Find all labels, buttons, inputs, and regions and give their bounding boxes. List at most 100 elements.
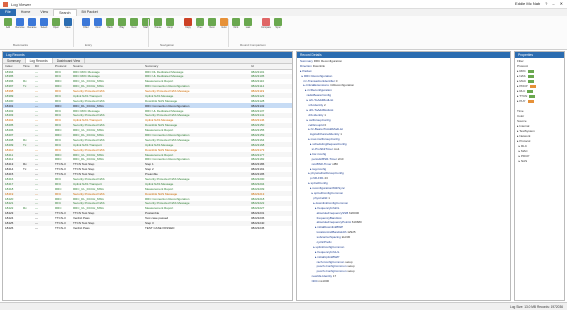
- ribbon-button-label: First: [233, 26, 239, 29]
- help-icon[interactable]: ?: [545, 1, 547, 6]
- play-icon: [118, 18, 126, 26]
- property-label: ▸ RLC: [517, 89, 526, 93]
- property-label: ▸ NAS: [517, 159, 528, 163]
- ribbon-toolbar: Add Remove Rename Select Open Save Filter Find B…: [0, 16, 567, 50]
- property-label: Time: [517, 109, 524, 113]
- next2-icon: [208, 18, 216, 26]
- tree-node-key: rrc-TransactionIdentifier: [300, 78, 335, 83]
- ribbon-button-9[interactable]: Play: [117, 18, 127, 38]
- tree-node-key: ▸ rrcReconfiguration: [300, 88, 332, 93]
- tree-node-key: t304: [300, 279, 318, 284]
- property-label: Source: [517, 119, 527, 123]
- property-label: ▸ NAS: [517, 74, 526, 78]
- window-title: Log Viewer: [11, 2, 31, 7]
- tree-node-value: 2: [324, 103, 326, 108]
- ribbon-button-label: Save: [65, 26, 71, 29]
- ribbon-separator: [228, 19, 229, 47]
- ribbon-separator: [148, 19, 149, 47]
- tree-node-key: Direction: [300, 63, 312, 68]
- ribbon-button-21[interactable]: Sync: [273, 18, 283, 38]
- ribbon-button-0[interactable]: Add: [3, 18, 13, 38]
- ribbon-button-11[interactable]: Mark: [141, 18, 151, 38]
- tree-node-key: retxBSR-Timer: [300, 161, 332, 166]
- tree-node-key: srb-Identity: [300, 103, 324, 108]
- tree-node-key: ▸ mac-CellGroupConfig: [300, 137, 340, 142]
- ribbon-button-13[interactable]: Jump: [165, 18, 175, 38]
- tree-node-key: absoluteFrequencySSB: [300, 210, 349, 215]
- menu-tab-search[interactable]: Search: [53, 9, 77, 16]
- ribbon-group-label: Navigation: [160, 43, 175, 47]
- menu-tab-view[interactable]: View: [35, 9, 53, 16]
- tab-summary[interactable]: Summary: [3, 58, 26, 63]
- add-icon: [4, 18, 12, 26]
- color-chip: [529, 94, 536, 98]
- rename-icon: [28, 18, 36, 26]
- log-table: Index Time Dir Protocol Source Summary Id 1839…: [3, 64, 292, 230]
- remove-icon: [16, 18, 24, 26]
- status-text: Log Size: 13.0 MB Records: 1972036: [510, 305, 563, 309]
- tab-dashboard-view[interactable]: Dashboard View: [53, 58, 86, 63]
- tree-node[interactable]: t304 ms1000: [300, 279, 507, 284]
- tree-node-key: drb-Identity: [300, 112, 324, 117]
- close-button[interactable]: ✕: [560, 1, 563, 6]
- ribbon-button-15[interactable]: Prev: [195, 18, 205, 38]
- ribbon-button-7[interactable]: Find: [93, 18, 103, 38]
- ribbon-button-1[interactable]: Remove: [15, 18, 25, 38]
- tree-node-value: ms1: [333, 147, 340, 152]
- tree-node-key: ▸ spCellConfig: [300, 181, 328, 186]
- minimize-button[interactable]: –: [552, 1, 554, 6]
- ribbon-button-label: Play: [119, 26, 125, 29]
- next-icon: [130, 18, 138, 26]
- ribbon-button-16[interactable]: Next: [207, 18, 217, 38]
- ribbon-button-5[interactable]: Save: [63, 18, 73, 38]
- ribbon-button-19[interactable]: Last: [243, 18, 253, 38]
- ribbon-button-10[interactable]: Next: [129, 18, 139, 38]
- property-label: ▸ MAC: [517, 149, 528, 153]
- tab-log-records[interactable]: Log Records: [25, 58, 53, 63]
- tree-node-key: ▸ srb-ToAddModList: [300, 98, 334, 103]
- ribbon-button-label: Copy: [185, 26, 191, 29]
- menu-tab-file[interactable]: File: [0, 9, 16, 16]
- tree-node-key: rach-ConfigCommon: [300, 259, 345, 264]
- tree-node-key: ▸ downlinkConfigCommon: [300, 200, 349, 205]
- menu-tab-home[interactable]: Home: [16, 9, 36, 16]
- tree-node-key: pucch-ConfigCommon: [300, 269, 347, 274]
- ribbon-button-8[interactable]: Back: [105, 18, 115, 38]
- ribbon-button-label: Rename: [27, 26, 37, 29]
- ribbon-button-14[interactable]: Copy: [183, 18, 193, 38]
- color-chip: [529, 84, 536, 88]
- ribbon-button-20[interactable]: Compare: [261, 18, 271, 38]
- ribbon-button-4[interactable]: Open: [51, 18, 61, 38]
- tree-node-key: ▸ physicalCellGroupConfig: [300, 171, 344, 176]
- tree-node-key: ▸ spCellConfigCommon: [300, 191, 344, 196]
- tree-node-value: setup: [347, 269, 355, 274]
- ribbon-button-3[interactable]: Select: [39, 18, 49, 38]
- back-icon: [106, 18, 114, 26]
- tree-node-key: ▸ frequencyInfoUL: [300, 249, 340, 254]
- menu-tab-bit-packet[interactable]: Bit Packet: [77, 9, 103, 16]
- color-chip: [527, 69, 534, 73]
- compare-icon: [262, 18, 270, 26]
- ribbon-button-label: Filter: [83, 26, 89, 29]
- ribbon-button-label: Prev: [197, 26, 203, 29]
- ribbon-button-label: Next: [131, 26, 137, 29]
- tree-node-value: 1: [340, 132, 342, 137]
- tree-node-value: 619680: [351, 220, 362, 225]
- ribbon-button-6[interactable]: Filter: [81, 18, 91, 38]
- ribbon-button-label: Back: [107, 26, 113, 29]
- ribbon-button-label: Find: [95, 26, 101, 29]
- tree-node-key: frequencyBandList: [300, 215, 342, 220]
- table-row[interactable]: 18426 — TTCN-3 Verdict Pass TEST CASE PASSED…: [3, 226, 292, 231]
- ribbon-button-2[interactable]: Rename: [27, 18, 37, 38]
- tree-node-value: 17: [332, 274, 337, 279]
- table-cell: TEST CASE PASSED: [145, 225, 175, 230]
- open-icon: [52, 18, 60, 26]
- ribbon-button-18[interactable]: First: [231, 18, 241, 38]
- ribbon-button-12[interactable]: Pause: [153, 18, 163, 38]
- tree-node-value: 23: [324, 176, 328, 181]
- tree-node-value: 0: [324, 122, 327, 127]
- tree-node-key: radioBearerConfig: [300, 93, 332, 98]
- property-label: ▸ TestSystem: [517, 129, 535, 133]
- property-item[interactable]: ▸ NAS: [515, 159, 564, 164]
- tree-node-value: 620000: [349, 210, 360, 215]
